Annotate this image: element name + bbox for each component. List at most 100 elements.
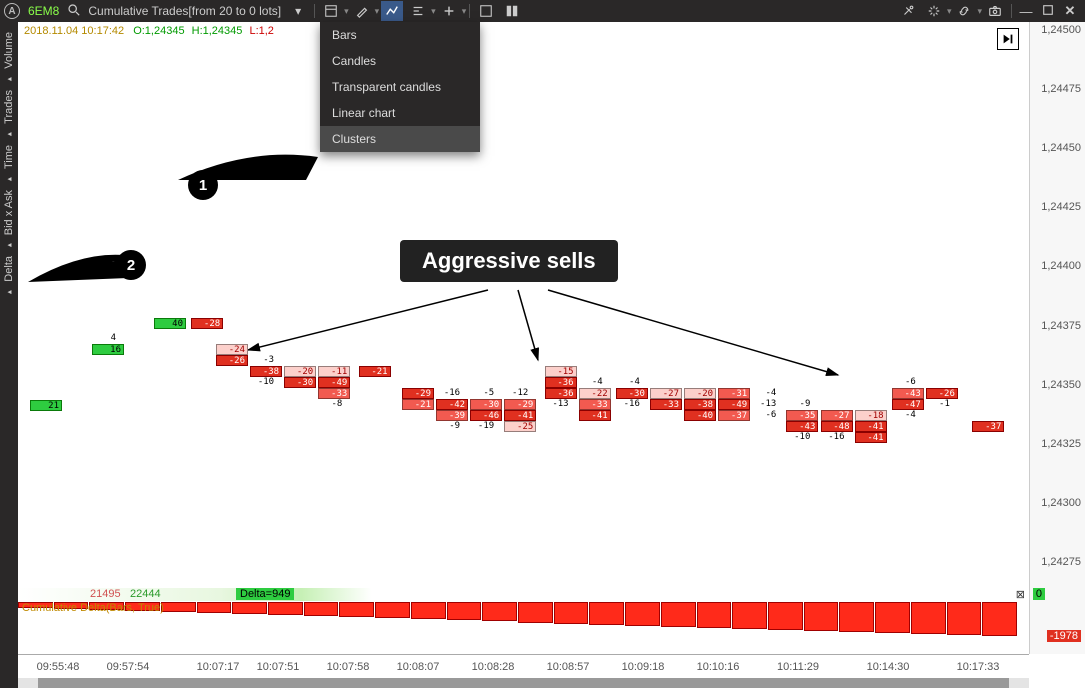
indicator-dropdown-icon[interactable]: ▾ <box>287 1 309 21</box>
side-label-time[interactable]: Time <box>3 145 15 169</box>
cluster-cell[interactable]: 16 <box>92 344 124 355</box>
cluster-cell[interactable]: -18 <box>855 410 887 421</box>
cluster-cell[interactable]: -12 <box>504 388 530 399</box>
cluster-cell[interactable]: -29 <box>504 399 536 410</box>
cluster-cell[interactable]: -28 <box>191 318 223 329</box>
price-axis[interactable]: -1978 1,245001,244751,244501,244251,2440… <box>1029 22 1085 654</box>
cluster-cell[interactable]: -33 <box>318 388 350 399</box>
cluster-cell[interactable]: -13 <box>752 399 778 410</box>
dd-item-linear[interactable]: Linear chart <box>320 100 480 126</box>
cluster-cell[interactable]: -19 <box>470 421 496 432</box>
cluster-cell[interactable]: -35 <box>786 410 818 421</box>
cluster-cell[interactable]: -11 <box>318 366 350 377</box>
chart-type-button[interactable] <box>381 1 403 21</box>
cluster-cell[interactable]: -9 <box>786 399 812 410</box>
alignment-icon[interactable] <box>407 1 429 21</box>
cluster-cell[interactable]: -20 <box>684 388 716 399</box>
tools-icon[interactable] <box>897 1 919 21</box>
skip-to-end-button[interactable] <box>997 28 1019 50</box>
dd-item-transparent[interactable]: Transparent candles <box>320 74 480 100</box>
cluster-cell[interactable]: -36 <box>545 388 577 399</box>
cluster-cell[interactable]: -42 <box>436 399 468 410</box>
cluster-cell[interactable]: -41 <box>855 432 887 443</box>
time-axis[interactable]: 09:55:4809:57:5410:07:1710:07:5110:07:58… <box>18 654 1029 688</box>
add-icon[interactable] <box>438 1 460 21</box>
cluster-cell[interactable]: -47 <box>892 399 924 410</box>
cluster-cell[interactable]: -30 <box>470 399 502 410</box>
dd-item-candles[interactable]: Candles <box>320 48 480 74</box>
cluster-cell[interactable]: -15 <box>545 366 577 377</box>
draw-tools-icon[interactable] <box>351 1 373 21</box>
cluster-cell[interactable]: -16 <box>616 399 642 410</box>
hscrollbar-track[interactable] <box>18 678 1029 688</box>
cluster-cell[interactable]: -41 <box>504 410 536 421</box>
side-label-bidask[interactable]: Bid x Ask <box>3 190 15 235</box>
ticker-symbol[interactable]: 6EM8 <box>28 4 59 18</box>
dd-item-clusters[interactable]: Clusters <box>320 126 480 152</box>
cluster-cell[interactable]: -27 <box>821 410 853 421</box>
magic-icon[interactable] <box>923 1 945 21</box>
close-button[interactable]: ✕ <box>1059 3 1081 19</box>
link-icon[interactable] <box>953 1 975 21</box>
cluster-cell[interactable]: -38 <box>684 399 716 410</box>
maximize-button[interactable] <box>1037 4 1059 19</box>
chart-canvas[interactable]: 2018.11.04 10:17:42 O:1,24345 H:1,24345 … <box>18 22 1029 654</box>
side-label-trades[interactable]: Trades <box>3 90 15 124</box>
cluster-cell[interactable]: -21 <box>359 366 391 377</box>
cluster-cell[interactable]: -29 <box>402 388 434 399</box>
cluster-cell[interactable]: -9 <box>436 421 462 432</box>
cluster-cell[interactable]: -41 <box>579 410 611 421</box>
cluster-cell[interactable]: -16 <box>436 388 462 399</box>
cluster-cell[interactable]: -10 <box>786 432 812 443</box>
delta-close-icon[interactable]: ⊠ <box>1016 588 1025 601</box>
cluster-cell[interactable]: -4 <box>616 377 642 388</box>
cluster-cell[interactable]: -4 <box>752 388 778 399</box>
cluster-cell[interactable]: -26 <box>216 355 248 366</box>
search-icon[interactable] <box>67 3 80 19</box>
cluster-cell[interactable]: -16 <box>821 432 847 443</box>
cluster-cell[interactable]: -21 <box>402 399 434 410</box>
cluster-cell[interactable]: -6 <box>752 410 778 421</box>
cluster-cell[interactable]: -48 <box>821 421 853 432</box>
cluster-cell[interactable]: -13 <box>545 399 571 410</box>
templates-icon[interactable] <box>320 1 342 21</box>
cluster-cell[interactable]: -4 <box>892 410 918 421</box>
cluster-cell[interactable]: -4 <box>579 377 605 388</box>
indicator-name[interactable]: Cumulative Trades[from 20 to 0 lots] <box>88 4 281 18</box>
cluster-cell[interactable]: 21 <box>30 400 62 411</box>
cluster-cell[interactable]: -37 <box>972 421 1004 432</box>
cluster-cell[interactable]: -38 <box>250 366 282 377</box>
cluster-cell[interactable]: -46 <box>470 410 502 421</box>
panel-split-icon[interactable] <box>501 1 523 21</box>
hscrollbar-thumb[interactable] <box>38 678 1009 688</box>
cluster-cell[interactable]: -33 <box>650 399 682 410</box>
cluster-cell[interactable]: -49 <box>718 399 750 410</box>
side-label-volume[interactable]: Volume <box>3 32 15 69</box>
cluster-cell[interactable]: -25 <box>504 421 536 432</box>
cluster-cell[interactable]: -33 <box>579 399 611 410</box>
cluster-cell[interactable]: -30 <box>616 388 648 399</box>
minimize-button[interactable]: — <box>1015 4 1037 19</box>
cluster-cell[interactable]: -6 <box>892 377 918 388</box>
cluster-cell[interactable]: -27 <box>650 388 682 399</box>
cluster-cell[interactable]: -37 <box>718 410 750 421</box>
cluster-cell[interactable]: -20 <box>284 366 316 377</box>
cluster-cell[interactable]: -49 <box>318 377 350 388</box>
cluster-cell[interactable]: -43 <box>786 421 818 432</box>
cluster-cell[interactable]: -3 <box>250 355 276 366</box>
cluster-cell[interactable]: -31 <box>718 388 750 399</box>
cluster-cell[interactable]: -43 <box>892 388 924 399</box>
cluster-cell[interactable]: -24 <box>216 344 248 355</box>
cluster-cell[interactable]: -30 <box>284 377 316 388</box>
cluster-cell[interactable]: 4 <box>92 333 118 344</box>
cluster-cell[interactable]: -26 <box>926 388 958 399</box>
side-label-delta[interactable]: Delta <box>3 256 15 282</box>
cluster-cell[interactable]: -41 <box>855 421 887 432</box>
cluster-cell[interactable]: -10 <box>250 377 276 388</box>
cluster-cell[interactable]: -1 <box>926 399 952 410</box>
dd-item-bars[interactable]: Bars <box>320 22 480 48</box>
cluster-cell[interactable]: -22 <box>579 388 611 399</box>
cluster-cell[interactable]: -40 <box>684 410 716 421</box>
screenshot-icon[interactable] <box>984 1 1006 21</box>
cluster-cell[interactable]: -36 <box>545 377 577 388</box>
